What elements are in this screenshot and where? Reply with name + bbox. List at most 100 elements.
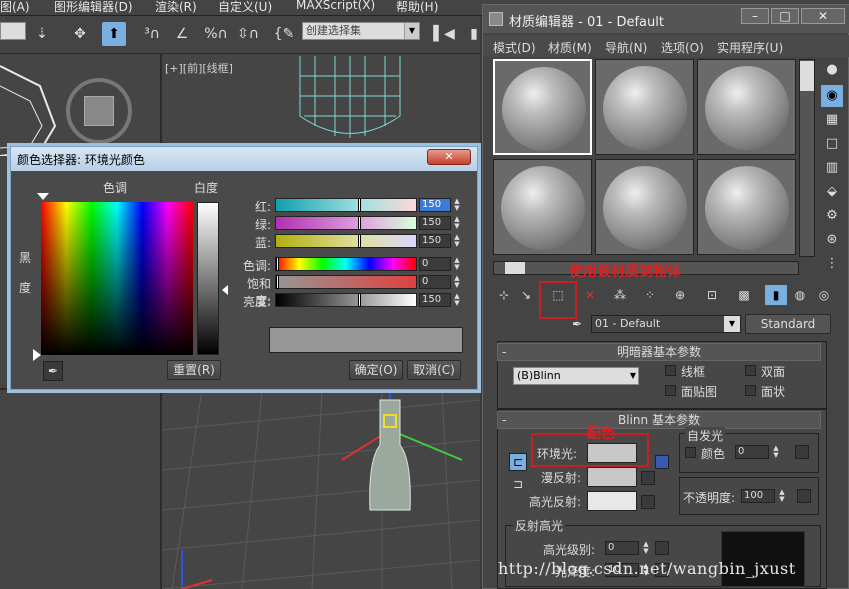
lock-diffuse-specular-icon[interactable]: ⊐ [511, 477, 525, 491]
viewport-label[interactable]: [+][前][线框] [165, 60, 233, 76]
red-thumb[interactable] [358, 198, 361, 212]
value-spinner-icon[interactable]: ▲ ▼ [452, 293, 462, 307]
reset-map-icon[interactable]: ✕ [579, 285, 601, 305]
sample-slot[interactable] [697, 59, 796, 155]
hue-spectrum[interactable] [41, 202, 193, 355]
menu-item-maxscript[interactable]: MAXScript(X) [296, 0, 375, 12]
menu-item-mode[interactable]: 模式(D) [493, 39, 536, 56]
hue-slider[interactable] [275, 257, 417, 271]
green-spinner-icon[interactable]: ▲ ▼ [452, 216, 462, 230]
wire-checkbox[interactable] [665, 365, 676, 376]
show-map-icon[interactable]: ▩ [733, 285, 755, 305]
two-sided-checkbox[interactable] [745, 365, 756, 376]
make-preview-icon[interactable]: ⬙ [821, 181, 843, 203]
spec-level-map-button[interactable] [655, 541, 669, 555]
ambient-color-swatch[interactable] [587, 443, 637, 463]
pick-material-icon[interactable]: ✒ [567, 317, 587, 335]
video-color-check-icon[interactable]: ▥ [821, 157, 843, 179]
menu-item-material[interactable]: 材质(M) [548, 39, 592, 56]
hue-pointer-icon[interactable] [37, 193, 49, 200]
specular-color-swatch[interactable] [587, 491, 637, 511]
red-spinner-icon[interactable]: ▲ ▼ [452, 198, 462, 212]
menu-item-rendering[interactable]: 渲染(R) [155, 0, 197, 15]
go-forward-sibling-icon[interactable]: ◎ [813, 285, 835, 305]
menu-item-options[interactable]: 选项(O) [661, 39, 704, 56]
diffuse-map-button[interactable] [641, 471, 655, 485]
shader-rollout-header[interactable]: - 明暗器基本参数 [497, 343, 821, 361]
sample-slot[interactable] [595, 59, 694, 155]
shader-type-dropdown[interactable]: (B)Blinn ▼ [513, 367, 639, 385]
saturation-spinner-icon[interactable]: ▲ ▼ [452, 275, 462, 289]
menu-item-customize[interactable]: 自定义(U) [218, 0, 272, 15]
angle-snap-icon[interactable]: ∠ [170, 22, 194, 46]
spec-level-value[interactable]: 0 [605, 541, 639, 555]
select-object-icon[interactable]: ⬆ [102, 22, 126, 46]
selection-set-dropdown[interactable]: 创建选择集 ▼ [302, 22, 420, 40]
go-to-parent-icon[interactable]: ◍ [789, 285, 811, 305]
mirror-icon[interactable]: ▌◀ [432, 22, 456, 46]
window-close-button[interactable]: ✕ [801, 8, 845, 24]
backlight-icon[interactable]: ◉ [821, 85, 843, 107]
blue-value[interactable]: 150 [419, 234, 451, 248]
hue-spinner-icon[interactable]: ▲ ▼ [452, 257, 462, 271]
red-value[interactable]: 150 [419, 198, 451, 212]
snap-3d-icon[interactable]: ³∩ [140, 22, 164, 46]
viewcube-face[interactable] [84, 96, 114, 126]
opacity-value[interactable]: 100 [741, 489, 775, 503]
sample-slot[interactable] [697, 159, 796, 255]
show-end-result-icon[interactable]: ▮ [765, 285, 787, 305]
select-link-icon[interactable]: ⇣ [30, 22, 54, 46]
value-slider[interactable] [275, 293, 417, 307]
maximize-button[interactable]: □ [771, 8, 799, 24]
face-map-checkbox[interactable] [665, 385, 676, 396]
material-id-icon[interactable]: ⊡ [701, 285, 723, 305]
hue-value[interactable]: 0 [419, 257, 451, 271]
options-icon[interactable]: ⚙ [821, 205, 843, 227]
cancel-button[interactable]: 取消(C) [407, 360, 461, 380]
sample-slot[interactable] [595, 159, 694, 255]
make-unique-icon[interactable]: ⁘ [639, 285, 661, 305]
color-picker-title[interactable]: 颜色选择器: 环境光颜色 [11, 147, 477, 171]
green-thumb[interactable] [358, 216, 361, 230]
background-icon[interactable]: ▦ [821, 109, 843, 131]
ok-button[interactable]: 确定(O) [349, 360, 403, 380]
saturation-value[interactable]: 0 [419, 275, 451, 289]
menu-item-utilities[interactable]: 实用程序(U) [717, 39, 783, 56]
copy-material-icon[interactable]: ⁂ [609, 285, 631, 305]
assign-material-icon[interactable]: ⬚ [547, 285, 569, 305]
value-value[interactable]: 150 [419, 293, 451, 307]
saturation-slider[interactable] [275, 275, 417, 289]
whiteness-bar[interactable] [197, 202, 219, 355]
lock-map-icon[interactable] [655, 455, 669, 469]
reset-button[interactable]: 重置(R) [167, 360, 221, 380]
opacity-map-button[interactable] [797, 489, 811, 503]
get-material-icon[interactable]: ⊹ [493, 285, 515, 305]
menu-item-help[interactable]: 帮助(H) [396, 0, 438, 15]
blue-slider[interactable] [275, 234, 417, 248]
sample-slot[interactable] [493, 159, 592, 255]
sample-scrollbar-thumb[interactable] [800, 61, 814, 91]
spinner-snap-icon[interactable]: ⇳∩ [236, 22, 260, 46]
red-slider[interactable] [275, 198, 417, 212]
blue-spinner-icon[interactable]: ▲ ▼ [452, 234, 462, 248]
self-illum-value[interactable]: 0 [735, 445, 769, 459]
lock-ambient-diffuse-icon[interactable]: ⊏ [509, 453, 527, 471]
green-value[interactable]: 150 [419, 216, 451, 230]
put-library-icon[interactable]: ⊕ [669, 285, 691, 305]
sample-slot[interactable] [493, 59, 592, 155]
saturation-thumb[interactable] [276, 275, 279, 289]
material-type-button[interactable]: Standard [745, 314, 831, 334]
sample-type-icon[interactable]: ● [821, 59, 843, 81]
green-slider[interactable] [275, 216, 417, 230]
sample-hscrollbar-thumb[interactable] [505, 262, 525, 274]
put-material-icon[interactable]: ↘ [515, 285, 537, 305]
diffuse-color-swatch[interactable] [587, 467, 637, 487]
faceted-checkbox[interactable] [745, 385, 756, 396]
close-button[interactable]: ✕ [427, 149, 471, 165]
value-thumb[interactable] [358, 293, 361, 307]
opacity-spinner-icon[interactable]: ▲ ▼ [777, 489, 787, 503]
eyedropper-icon[interactable]: ✒ [43, 361, 63, 381]
specular-map-button[interactable] [641, 495, 655, 509]
move-icon[interactable]: ✥ [68, 22, 92, 46]
menu-item-graph-editors[interactable]: 图形编辑器(D) [54, 0, 133, 15]
